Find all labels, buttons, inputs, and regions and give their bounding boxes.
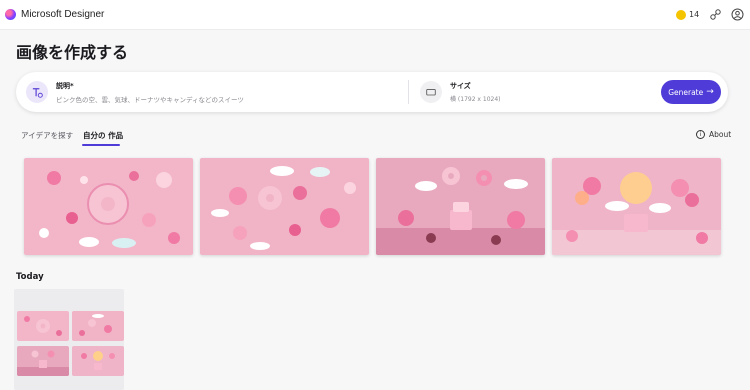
- generated-image-4[interactable]: [552, 158, 721, 255]
- app-title: Microsoft Designer: [21, 9, 105, 20]
- aspect-ratio-icon: [420, 81, 442, 103]
- tab-explore-ideas[interactable]: アイデアを探す: [21, 130, 73, 141]
- account-icon[interactable]: [731, 8, 744, 21]
- size-select[interactable]: 横 (1792 x 1024): [450, 94, 501, 103]
- generated-image-1[interactable]: [24, 158, 193, 255]
- history-thumbnail-1[interactable]: [17, 311, 69, 341]
- prompt-bar: 説明* ピンク色の空、雲、気球、ドーナツやキャンディなどのスイーツ サイズ 横 …: [16, 72, 728, 112]
- description-label: 説明*: [56, 82, 74, 90]
- history-card[interactable]: [14, 289, 124, 390]
- info-icon: i: [696, 130, 705, 139]
- tab-my-creations[interactable]: 自分の 作品: [83, 130, 123, 141]
- coin-icon: [676, 10, 686, 20]
- generated-image-2[interactable]: [200, 158, 369, 255]
- arrow-right-icon: →: [706, 87, 714, 97]
- history-thumbnail-2[interactable]: [72, 311, 124, 341]
- description-input[interactable]: ピンク色の空、雲、気球、ドーナツやキャンディなどのスイーツ: [56, 94, 244, 104]
- active-tab-indicator: [82, 144, 120, 146]
- size-label: サイズ: [450, 82, 471, 90]
- top-bar: Microsoft Designer 14: [0, 0, 750, 30]
- history-thumbnail-4[interactable]: [72, 346, 124, 376]
- page-title: 画像を作成する: [16, 43, 129, 62]
- text-prompt-icon: [26, 81, 48, 103]
- designer-logo-icon: [5, 9, 16, 20]
- coin-count: 14: [689, 10, 700, 19]
- generate-label: Generate: [668, 87, 704, 97]
- history-thumbnail-3[interactable]: [17, 346, 69, 376]
- about-button[interactable]: i About: [696, 130, 731, 139]
- history-title: Today: [16, 272, 44, 282]
- about-label: About: [709, 130, 732, 139]
- share-icon[interactable]: [709, 8, 722, 21]
- generated-image-3[interactable]: [376, 158, 545, 255]
- generate-button[interactable]: Generate →: [661, 80, 721, 104]
- divider: [408, 80, 409, 104]
